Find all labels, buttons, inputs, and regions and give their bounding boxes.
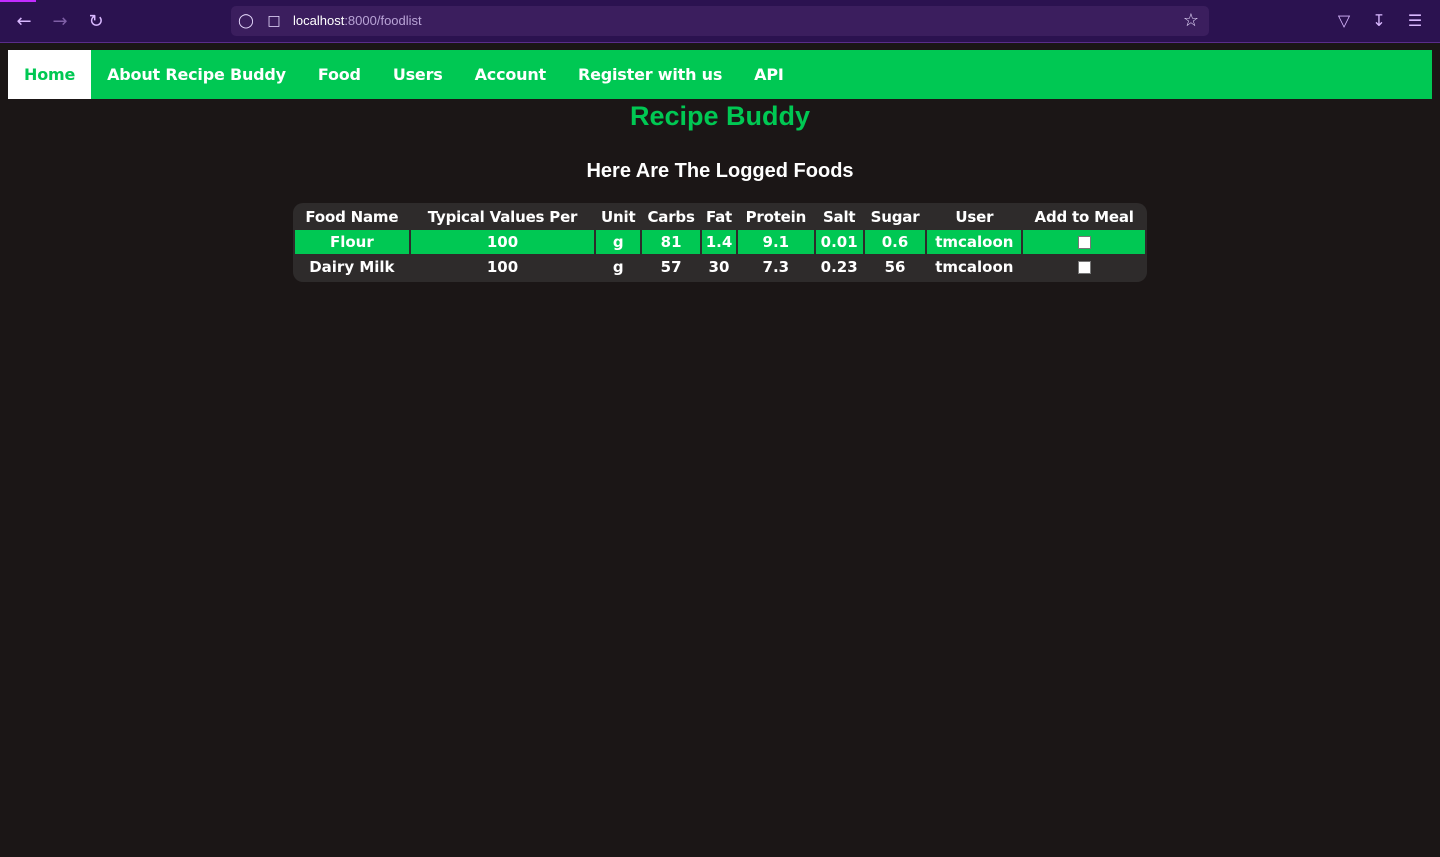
fat-cell: 30 [708, 258, 730, 276]
site-title: Recipe Buddy [629, 101, 811, 131]
fat-cell: 1.4 [702, 230, 736, 254]
download-icon[interactable]: ↧ [1368, 10, 1390, 32]
column-header: Add to Meal [1034, 207, 1134, 226]
user-cell: tmcaloon [935, 258, 1014, 276]
forward-arrow-icon[interactable]: → [47, 9, 73, 35]
unit-cell: g [596, 230, 641, 254]
add-to-meal-cell [1023, 254, 1145, 280]
back-arrow-icon[interactable]: ← [11, 9, 37, 35]
protein-cell: 7.3 [762, 258, 790, 276]
sugar-cell: 56 [884, 258, 906, 276]
browser-toolbar: ← → ↻ ◯ □ localhost:8000/foodlist ☆ ▽ ↧ … [0, 0, 1440, 43]
bookmark-star-icon[interactable]: ☆ [1181, 11, 1201, 31]
site-navbar: Home About Recipe Buddy Food Users Accou… [8, 50, 1432, 99]
add-to-meal-cell [1023, 230, 1145, 254]
typical-values-cell: 100 [486, 258, 519, 276]
add-to-meal-checkbox[interactable] [1077, 236, 1091, 249]
food-name-cell: Dairy Milk [309, 258, 395, 276]
column-header: Sugar [870, 207, 920, 226]
shield-icon[interactable]: ◯ [237, 12, 255, 30]
unit-cell: g [612, 258, 624, 276]
food-table-container: Food Name Typical Values Per Unit Carbs … [293, 203, 1147, 282]
address-bar[interactable]: ◯ □ localhost:8000/foodlist ☆ [231, 6, 1209, 36]
food-table: Food Name Typical Values Per Unit Carbs … [293, 203, 1147, 280]
nav-api[interactable]: API [738, 50, 799, 99]
nav-food[interactable]: Food [302, 50, 377, 99]
column-header: Food Name [305, 207, 399, 226]
table-header-row: Food Name Typical Values Per Unit Carbs … [295, 203, 1145, 230]
column-header: Fat [705, 207, 733, 226]
salt-cell: 0.01 [815, 230, 863, 254]
column-header: Typical Values Per [427, 207, 578, 226]
page-subtitle: Here Are The Logged Foods [586, 160, 854, 182]
url-text[interactable]: localhost:8000/foodlist [293, 13, 422, 28]
column-header: Salt [822, 207, 856, 226]
food-name-cell: Flour [295, 230, 409, 254]
url-host: localhost [293, 13, 345, 28]
carbs-cell: 81 [642, 230, 701, 254]
nav-register[interactable]: Register with us [562, 50, 738, 99]
typical-values-cell: 100 [410, 230, 595, 254]
table-row: Flour 100 g 81 1.4 9.1 0.01 0.6 tmcaloon [295, 230, 1145, 254]
tab-accent-line [0, 0, 36, 2]
column-header: Carbs [647, 207, 695, 226]
page-icon[interactable]: □ [265, 12, 283, 30]
sugar-cell: 0.6 [864, 230, 926, 254]
column-header: User [955, 207, 994, 226]
nav-account[interactable]: Account [459, 50, 562, 99]
column-header: Unit [601, 207, 636, 226]
table-row: Dairy Milk 100 g 57 30 7.3 0.23 56 tmcal… [295, 254, 1145, 280]
nav-about[interactable]: About Recipe Buddy [91, 50, 302, 99]
nav-home[interactable]: Home [8, 50, 92, 99]
salt-cell: 0.23 [820, 258, 858, 276]
carbs-cell: 57 [660, 258, 682, 276]
pocket-icon[interactable]: ▽ [1333, 10, 1355, 32]
user-cell: tmcaloon [927, 230, 1022, 254]
menu-icon[interactable]: ☰ [1404, 10, 1426, 32]
url-path: :8000/foodlist [344, 13, 422, 28]
protein-cell: 9.1 [737, 230, 814, 254]
nav-users[interactable]: Users [377, 50, 459, 99]
column-header: Protein [745, 207, 807, 226]
reload-icon[interactable]: ↻ [83, 9, 109, 35]
add-to-meal-checkbox[interactable] [1077, 261, 1091, 274]
